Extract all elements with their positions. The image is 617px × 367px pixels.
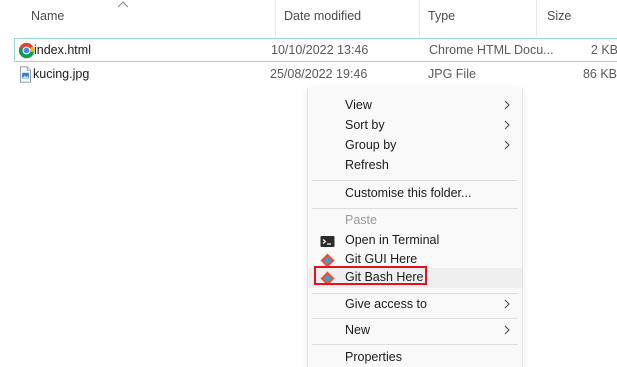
file-explorer-window: Name Date modified Type Size index.html … <box>0 0 617 367</box>
column-header-size[interactable]: Size <box>547 9 571 23</box>
chevron-right-icon <box>504 120 510 130</box>
terminal-icon <box>320 236 335 247</box>
menu-separator <box>312 318 518 319</box>
file-date-modified: 25/08/2022 19:46 <box>270 67 368 81</box>
menu-item-view[interactable]: View <box>308 96 522 116</box>
file-type: JPG File <box>428 67 476 81</box>
menu-item-refresh[interactable]: Refresh <box>308 156 522 176</box>
file-type: Chrome HTML Docu... <box>429 43 554 57</box>
menu-item-give-access-to[interactable]: Give access to <box>308 295 522 315</box>
menu-item-sort-by[interactable]: Sort by <box>308 116 522 136</box>
menu-separator <box>312 344 518 345</box>
menu-separator <box>312 208 518 209</box>
file-name: index.html <box>34 43 91 57</box>
menu-item-properties[interactable]: Properties <box>308 348 522 367</box>
menu-separator <box>312 180 518 181</box>
menu-item-label: Customise this folder... <box>345 186 472 200</box>
menu-item-label: Refresh <box>345 158 389 172</box>
menu-separator <box>312 293 518 294</box>
file-row-kucing-jpg[interactable]: kucing.jpg 25/08/2022 19:46 JPG File 86 … <box>14 63 617 87</box>
file-date-modified: 10/10/2022 13:46 <box>271 43 369 57</box>
chevron-right-icon <box>504 325 510 335</box>
chevron-right-icon <box>504 299 510 309</box>
menu-item-label: New <box>345 323 371 337</box>
file-name: kucing.jpg <box>33 67 90 81</box>
menu-item-label: Give access to <box>345 297 427 311</box>
file-size: 86 KB <box>582 67 617 81</box>
column-divider[interactable] <box>536 0 537 36</box>
menu-item-label: Git GUI Here <box>345 252 418 266</box>
chrome-icon <box>18 42 35 59</box>
file-size: 2 KB <box>590 43 617 57</box>
column-header-type[interactable]: Type <box>428 9 455 23</box>
menu-item-new[interactable]: New <box>308 321 522 341</box>
file-row-index-html[interactable]: index.html 10/10/2022 13:46 Chrome HTML … <box>14 38 617 62</box>
menu-item-label: Paste <box>345 213 377 227</box>
column-header-date-modified[interactable]: Date modified <box>284 9 361 23</box>
chevron-right-icon <box>504 140 510 150</box>
menu-item-label: View <box>345 98 372 112</box>
column-divider[interactable] <box>275 0 276 36</box>
annotation-highlight-box <box>314 266 427 285</box>
chevron-right-icon <box>504 100 510 110</box>
menu-item-open-in-terminal[interactable]: Open in Terminal <box>308 231 522 251</box>
menu-item-label: Sort by <box>345 118 385 132</box>
menu-item-label: Group by <box>345 138 397 152</box>
context-menu: View Sort by Group by Refresh Customise … <box>307 88 523 367</box>
menu-item-customise-folder[interactable]: Customise this folder... <box>308 184 522 204</box>
menu-item-paste: Paste <box>308 211 522 231</box>
image-file-icon <box>19 66 32 83</box>
menu-item-group-by[interactable]: Group by <box>308 136 522 156</box>
menu-item-label: Open in Terminal <box>345 233 440 247</box>
column-header-name[interactable]: Name <box>31 9 64 23</box>
sort-ascending-icon[interactable] <box>116 0 130 9</box>
menu-item-label: Properties <box>345 350 402 364</box>
column-divider[interactable] <box>419 0 420 36</box>
column-header-row: Name Date modified Type Size <box>0 0 617 36</box>
